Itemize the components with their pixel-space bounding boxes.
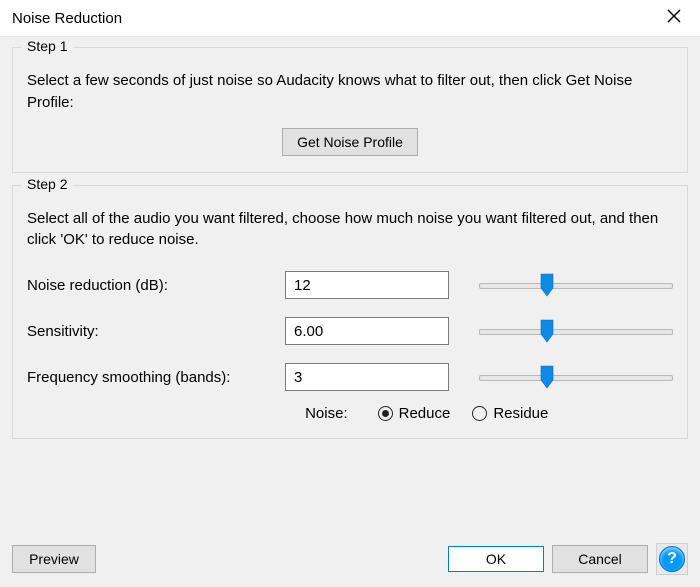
help-button[interactable]: ? xyxy=(656,543,688,575)
frequency-smoothing-row: Frequency smoothing (bands): xyxy=(27,363,673,391)
step1-legend: Step 1 xyxy=(21,38,73,54)
slider-thumb-icon xyxy=(540,365,554,389)
slider-thumb-icon xyxy=(540,319,554,343)
frequency-smoothing-label: Frequency smoothing (bands): xyxy=(27,369,285,386)
client-area: Step 1 Select a few seconds of just nois… xyxy=(0,37,700,587)
noise-reduction-input[interactable] xyxy=(285,271,449,299)
frequency-smoothing-slider[interactable] xyxy=(479,365,673,389)
noise-reduction-slider[interactable] xyxy=(479,273,673,297)
sensitivity-row: Sensitivity: xyxy=(27,317,673,345)
reduce-radio-label: Reduce xyxy=(399,405,451,422)
sensitivity-input[interactable] xyxy=(285,317,449,345)
close-button[interactable] xyxy=(658,2,690,34)
residue-radio-label: Residue xyxy=(493,405,548,422)
radio-dot-icon xyxy=(382,410,389,417)
frequency-smoothing-input[interactable] xyxy=(285,363,449,391)
noise-mode-label: Noise: xyxy=(90,405,356,422)
titlebar: Noise Reduction xyxy=(0,0,700,37)
radio-icon xyxy=(472,406,487,421)
radio-icon xyxy=(378,406,393,421)
noise-reduction-dialog: Noise Reduction Step 1 Select a few seco… xyxy=(0,0,700,586)
step2-group: Step 2 Select all of the audio you want … xyxy=(12,185,688,440)
help-icon: ? xyxy=(659,546,685,572)
preview-button[interactable]: Preview xyxy=(12,545,96,573)
slider-thumb-icon xyxy=(540,273,554,297)
cancel-button[interactable]: Cancel xyxy=(552,545,648,573)
sensitivity-slider[interactable] xyxy=(479,319,673,343)
step2-legend: Step 2 xyxy=(21,176,73,192)
ok-button[interactable]: OK xyxy=(448,546,544,572)
reduce-radio[interactable]: Reduce xyxy=(378,405,451,422)
get-noise-profile-button[interactable]: Get Noise Profile xyxy=(282,128,418,156)
residue-radio[interactable]: Residue xyxy=(472,405,548,422)
dialog-buttons: Preview OK Cancel ? xyxy=(12,537,688,575)
step2-instruction: Select all of the audio you want filtere… xyxy=(27,208,673,252)
noise-mode-row: Noise: Reduce Residue xyxy=(27,405,673,422)
noise-reduction-label: Noise reduction (dB): xyxy=(27,277,285,294)
step1-instruction: Select a few seconds of just noise so Au… xyxy=(27,70,673,114)
close-icon xyxy=(667,9,681,27)
step1-group: Step 1 Select a few seconds of just nois… xyxy=(12,47,688,173)
sensitivity-label: Sensitivity: xyxy=(27,323,285,340)
window-title: Noise Reduction xyxy=(12,10,122,27)
noise-reduction-row: Noise reduction (dB): xyxy=(27,271,673,299)
